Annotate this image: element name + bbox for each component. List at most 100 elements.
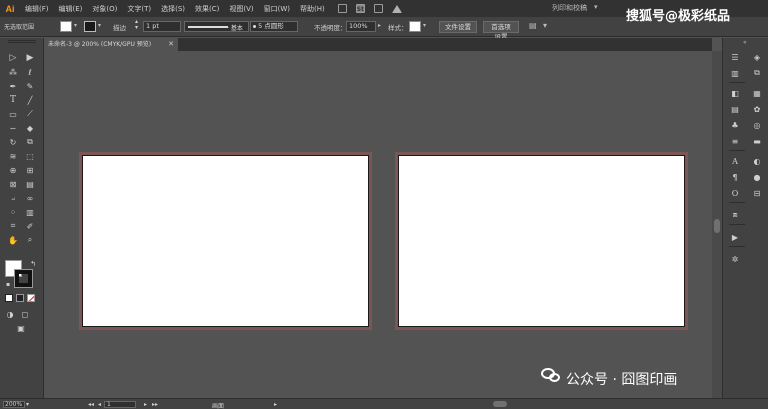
- scale-tool-icon[interactable]: ⧉: [23, 136, 37, 148]
- bridge-icon[interactable]: [337, 4, 347, 13]
- gradient-icon[interactable]: ▬: [751, 136, 763, 146]
- symbol-sprayer-tool-icon[interactable]: ⁘: [6, 206, 20, 218]
- eyedropper-tool-icon[interactable]: ⟓: [6, 192, 20, 204]
- symbols-icon[interactable]: ♣: [729, 120, 741, 130]
- artboards-icon[interactable]: ⧉: [751, 68, 763, 78]
- curvature-tool-icon[interactable]: ✎: [23, 80, 37, 92]
- swap-fill-stroke-icon[interactable]: ↰: [26, 258, 40, 270]
- brushes-icon[interactable]: ✿: [751, 104, 763, 114]
- brush-field[interactable]: 5 点圆形: [250, 21, 298, 32]
- pen-tool-icon[interactable]: ✒: [6, 80, 20, 92]
- character-icon[interactable]: A: [729, 156, 741, 166]
- zoom-tool-icon[interactable]: ⌕: [23, 234, 37, 246]
- stroke-weight-field[interactable]: 1 pt: [143, 21, 181, 32]
- menu-type[interactable]: 文字(T): [122, 4, 156, 14]
- opentype-icon[interactable]: O: [729, 188, 741, 198]
- fill-dropdown-icon[interactable]: ▾: [74, 22, 77, 29]
- perspective-grid-tool-icon[interactable]: ⊞: [23, 164, 37, 176]
- mesh-tool-icon[interactable]: ⊠: [6, 178, 20, 190]
- chevron-down-icon[interactable]: ▾: [594, 3, 598, 11]
- preferences-button[interactable]: 首选项设置: [483, 21, 519, 41]
- panel-menu-icon[interactable]: ▾: [543, 21, 547, 30]
- artboard-1[interactable]: [82, 155, 369, 327]
- rotate-tool-icon[interactable]: ↻: [6, 136, 20, 148]
- lasso-tool-icon[interactable]: ℓ: [23, 66, 37, 78]
- blend-tool-icon[interactable]: ∞: [23, 192, 37, 204]
- width-tool-icon[interactable]: ≋: [6, 150, 20, 162]
- style-dropdown-icon[interactable]: ▾: [423, 22, 426, 29]
- stroke-dropdown-icon[interactable]: ▾: [98, 22, 101, 29]
- menu-effect[interactable]: 效果(C): [190, 4, 224, 14]
- artboard-number-field[interactable]: 1: [104, 401, 136, 408]
- swatches-icon[interactable]: ▤: [729, 104, 741, 114]
- slice-tool-icon[interactable]: ✐: [23, 220, 37, 232]
- default-colors-icon[interactable]: ▪: [1, 278, 15, 290]
- draw-mode-icon[interactable]: ◑: [3, 308, 17, 320]
- fill-swatch[interactable]: [60, 21, 72, 32]
- arrange-documents-icon[interactable]: [373, 4, 383, 13]
- gpu-performance-icon[interactable]: [391, 4, 402, 13]
- paintbrush-tool-icon[interactable]: ⟋: [23, 108, 37, 120]
- dock-collapse-icon[interactable]: «: [743, 39, 747, 46]
- workspace-switcher[interactable]: 列印和校稿: [552, 3, 587, 13]
- menu-help[interactable]: 帮助(H): [295, 4, 330, 14]
- next-artboard-button[interactable]: ▸: [144, 401, 147, 408]
- last-artboard-button[interactable]: ▸▸: [152, 401, 158, 408]
- document-setup-button[interactable]: 文件设置: [439, 21, 477, 33]
- gradient-mode-icon[interactable]: [16, 294, 24, 302]
- libraries-icon[interactable]: ☰: [729, 52, 741, 62]
- first-artboard-button[interactable]: ◂◂: [88, 401, 94, 408]
- zoom-chevron-icon[interactable]: ▾: [26, 401, 29, 408]
- properties-icon[interactable]: ▥: [729, 68, 741, 78]
- draw-inside-icon[interactable]: ◻: [18, 308, 32, 320]
- stroke-stepper-icon[interactable]: ▴ ▾: [135, 19, 138, 31]
- close-icon[interactable]: ✕: [168, 38, 174, 51]
- color-mode-icon[interactable]: [5, 294, 13, 302]
- horizontal-scroll-thumb[interactable]: [493, 401, 507, 407]
- selection-tool-icon[interactable]: ▷: [6, 52, 20, 64]
- color-icon[interactable]: ◧: [729, 88, 741, 98]
- canvas-area[interactable]: [44, 51, 712, 398]
- stroke-swatch[interactable]: [84, 21, 96, 32]
- menu-view[interactable]: 视图(V): [224, 4, 258, 14]
- document-tab[interactable]: 未命名-3 @ 200% (CMYK/GPU 预览) ✕: [44, 38, 178, 51]
- menu-select[interactable]: 选择(S): [156, 4, 190, 14]
- stroke-color-box[interactable]: [14, 269, 33, 288]
- graphic-styles-icon[interactable]: ◎: [751, 120, 763, 130]
- graphic-style-swatch[interactable]: [409, 21, 421, 32]
- status-menu-icon[interactable]: ▸: [274, 401, 277, 408]
- menu-object[interactable]: 对象(O): [87, 4, 122, 14]
- graph-tool-icon[interactable]: ▥: [23, 206, 37, 218]
- transparency-icon[interactable]: ◐: [751, 156, 763, 166]
- align-icon[interactable]: ⊟: [751, 188, 763, 198]
- stroke-profile-field[interactable]: 一 基本: [184, 21, 249, 32]
- hand-tool-icon[interactable]: ✋: [6, 234, 20, 246]
- free-transform-tool-icon[interactable]: ⬚: [23, 150, 37, 162]
- screen-mode-icon[interactable]: ▣: [14, 322, 28, 334]
- menu-edit[interactable]: 编辑(E): [54, 4, 88, 14]
- stock-icon[interactable]: St: [355, 4, 365, 13]
- status-text[interactable]: 画面: [212, 401, 224, 409]
- arrange-icon[interactable]: ▤: [529, 21, 537, 30]
- menu-window[interactable]: 窗口(W): [259, 4, 295, 14]
- rectangle-tool-icon[interactable]: ▭: [6, 108, 20, 120]
- actions-icon[interactable]: ▶: [729, 232, 741, 242]
- layers-icon[interactable]: ◈: [751, 52, 763, 62]
- panel-grip[interactable]: [8, 40, 36, 43]
- artboard-tool-icon[interactable]: ⌗: [6, 220, 20, 232]
- gradient-tool-icon[interactable]: ▤: [23, 178, 37, 190]
- none-mode-icon[interactable]: [27, 294, 35, 302]
- zoom-level[interactable]: 200%: [3, 401, 25, 408]
- artboard-2[interactable]: [398, 155, 685, 327]
- appearance-icon[interactable]: ●: [751, 172, 763, 182]
- direct-selection-tool-icon[interactable]: ▶: [23, 52, 37, 64]
- magic-wand-tool-icon[interactable]: ⁂: [6, 66, 20, 78]
- stroke-icon[interactable]: ≡: [729, 136, 741, 146]
- shape-builder-tool-icon[interactable]: ⊕: [6, 164, 20, 176]
- pathfinder-icon[interactable]: ⧈: [729, 210, 741, 220]
- opacity-dropdown-icon[interactable]: ▸: [378, 22, 381, 29]
- prev-artboard-button[interactable]: ◂: [98, 401, 101, 408]
- eraser-tool-icon[interactable]: ◆: [23, 122, 37, 134]
- settings-icon[interactable]: ✲: [729, 254, 741, 264]
- menu-file[interactable]: 编辑(F): [20, 4, 54, 14]
